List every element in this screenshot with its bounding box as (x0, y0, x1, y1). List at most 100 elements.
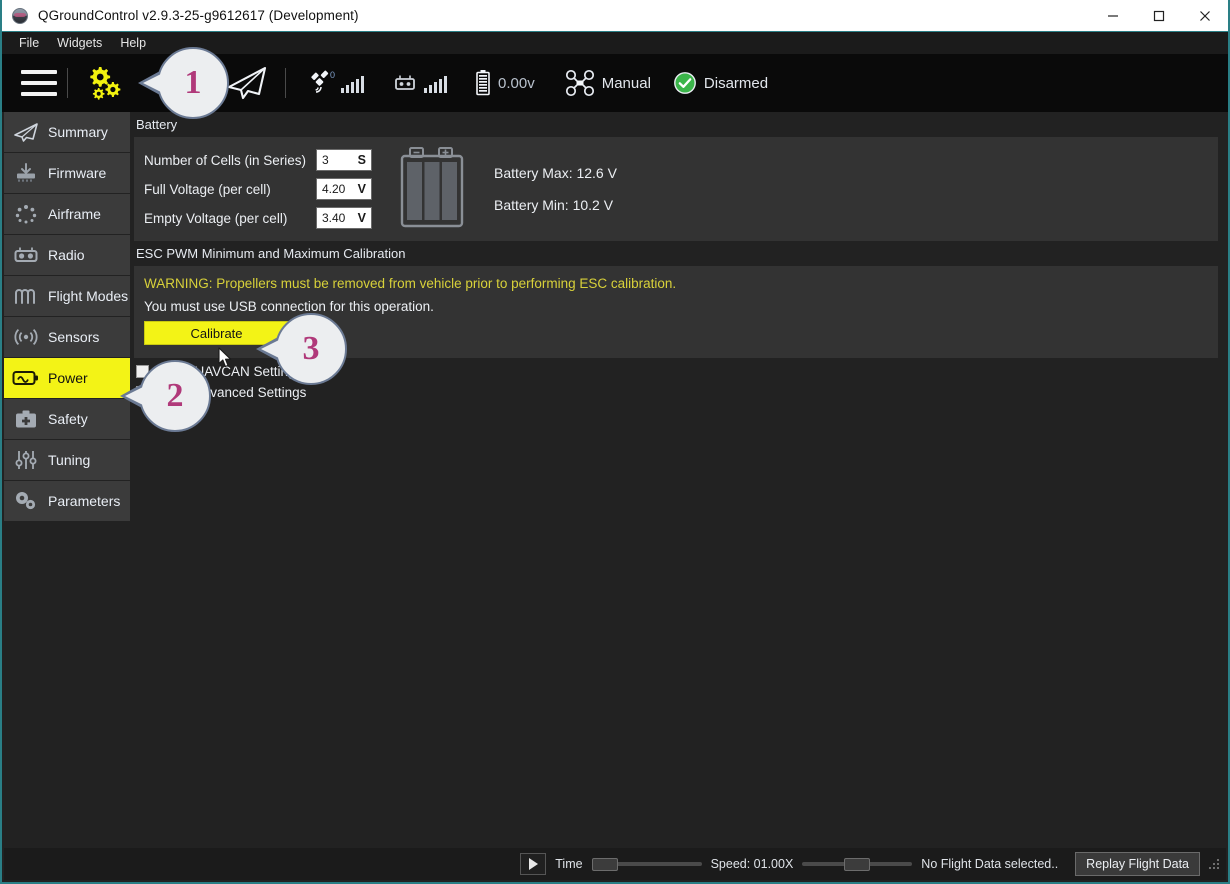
sidebar-item-label: Power (48, 370, 88, 386)
battery-readouts: Battery Max: 12.6 V Battery Min: 10.2 V (494, 165, 617, 213)
speed-slider[interactable] (802, 853, 913, 875)
paper-plane-icon (12, 120, 40, 144)
paper-plane-icon (227, 66, 267, 100)
armed-state-label: Disarmed (703, 74, 769, 92)
mouse-cursor (218, 347, 232, 368)
airframe-dots-icon (12, 202, 40, 226)
rc-transmitter-icon (395, 75, 415, 90)
battery-field-empty-voltage: Empty Voltage (per cell) 3.40 V (144, 207, 372, 229)
settings-gears-toolbar-button[interactable] (82, 64, 124, 102)
sidebar-item-tuning[interactable]: Tuning (4, 440, 130, 481)
status-bar: Time Speed: 01.00X No Flight Data select… (4, 848, 1226, 880)
toolbar-separator-1 (67, 68, 68, 98)
menu-item-file[interactable]: File (10, 32, 48, 54)
battery-fields: Number of Cells (in Series) 3 S Full Vol… (144, 149, 372, 229)
maximize-icon[interactable] (1136, 0, 1182, 31)
sensor-waves-icon (12, 325, 40, 349)
sidebar-item-sensors[interactable]: Sensors (4, 317, 130, 358)
menu-item-widgets[interactable]: Widgets (48, 32, 111, 54)
time-slider-thumb[interactable] (591, 857, 618, 871)
callout-1: 1 (157, 47, 229, 119)
rc-signal-bars (424, 73, 448, 93)
battery-icon (12, 366, 40, 390)
field-label: Empty Voltage (per cell) (144, 210, 288, 226)
battery-max-readout: Battery Max: 12.6 V (494, 165, 617, 181)
sidebar-item-airframe[interactable]: Airframe (4, 194, 130, 235)
resize-grip-icon[interactable] (1208, 858, 1220, 870)
play-button[interactable] (520, 853, 547, 875)
sidebar-item-radio[interactable]: Radio (4, 235, 130, 276)
title-bar: QGroundControl v2.9.3-25-g9612617 (Devel… (2, 0, 1228, 32)
fly-view-button[interactable] (223, 63, 271, 103)
sliders-icon (12, 448, 40, 472)
battery-3-cell-icon (396, 143, 468, 236)
speed-label: Speed: 01.00X (710, 857, 794, 871)
field-value: 3 (322, 153, 329, 167)
flight-data-status-label: No Flight Data selected.. (921, 857, 1059, 871)
sidebar-item-flight-modes[interactable]: Flight Modes (4, 276, 130, 317)
play-icon (528, 858, 538, 870)
field-label: Number of Cells (in Series) (144, 152, 307, 168)
battery-status-indicator[interactable]: 0.00v (475, 69, 535, 97)
sidebar-item-label: Sensors (48, 329, 100, 345)
sidebar-item-label: Safety (48, 411, 88, 427)
time-label: Time (555, 857, 583, 871)
battery-section-title: Battery (136, 117, 178, 132)
battery-field-full-voltage: Full Voltage (per cell) 4.20 V (144, 178, 372, 200)
gears-icon (90, 67, 121, 100)
download-chip-icon (12, 161, 40, 185)
field-value: 3.40 (322, 211, 346, 225)
armed-state-indicator[interactable]: Disarmed (673, 71, 768, 95)
sidebar-item-safety[interactable]: Safety (4, 399, 130, 440)
close-icon[interactable] (1182, 0, 1228, 31)
check-circle-icon (674, 72, 696, 94)
field-value: 4.20 (322, 182, 346, 196)
gps-status-indicator[interactable]: 0 (308, 70, 365, 96)
sidebar-item-label: Radio (48, 247, 85, 263)
gears-icon (12, 489, 40, 513)
gps-signal-bars (341, 73, 365, 93)
advanced-settings-checkbox-row[interactable]: Show Advanced Settings (136, 385, 1226, 400)
sidebar-item-label: Summary (48, 124, 108, 140)
full-voltage-input[interactable]: 4.20 V (316, 178, 372, 200)
sidebar-item-label: Firmware (48, 165, 107, 181)
hamburger-menu-icon[interactable] (21, 70, 57, 96)
sidebar-item-label: Parameters (48, 493, 121, 509)
esc-warning-text: WARNING: Propellers must be removed from… (144, 276, 677, 291)
window-controls (1090, 0, 1228, 31)
field-label: Full Voltage (per cell) (144, 181, 271, 197)
callout-3: 3 (275, 313, 347, 385)
rc-status-indicator[interactable] (392, 73, 448, 93)
battery-icon (476, 70, 490, 96)
first-aid-kit-icon (12, 407, 40, 431)
empty-voltage-input[interactable]: 3.40 V (316, 207, 372, 229)
flight-mode-label: Manual (601, 74, 651, 92)
field-unit: S (357, 153, 366, 167)
speed-slider-thumb[interactable] (844, 857, 871, 871)
replay-flight-data-button[interactable]: Replay Flight Data (1075, 852, 1200, 876)
rc-transmitter-icon (12, 243, 40, 267)
menu-item-help[interactable]: Help (111, 32, 155, 54)
callout-2: 2 (139, 360, 211, 432)
flight-mode-selector[interactable]: Manual (565, 69, 651, 97)
sidebar-item-label: Tuning (48, 452, 91, 468)
battery-voltage-label: 0.00v (498, 74, 535, 92)
qgroundcontrol-logo-icon (12, 7, 28, 24)
field-unit: V (357, 182, 366, 196)
sidebar-item-power[interactable]: Power (4, 358, 130, 399)
sidebar-item-firmware[interactable]: Firmware (4, 153, 130, 194)
gps-satellite-count: 0 (330, 70, 336, 80)
sidebar-item-parameters[interactable]: Parameters (4, 481, 130, 522)
sidebar-item-label: Airframe (48, 206, 101, 222)
sidebar-item-summary[interactable]: Summary (4, 112, 130, 153)
time-slider[interactable] (591, 853, 702, 875)
quadrotor-icon (565, 69, 594, 97)
window-title: QGroundControl v2.9.3-25-g9612617 (Devel… (38, 8, 359, 23)
battery-min-readout: Battery Min: 10.2 V (494, 197, 614, 213)
setup-sidebar: Summary Firmware Airframe Radio Flight M… (4, 112, 130, 882)
waveform-icon (12, 284, 40, 308)
esc-section-title: ESC PWM Minimum and Maximum Calibration (136, 246, 406, 261)
minimize-icon[interactable] (1090, 0, 1136, 31)
qgroundcontrol-window: QGroundControl v2.9.3-25-g9612617 (Devel… (0, 0, 1230, 884)
cells-input[interactable]: 3 S (316, 149, 372, 171)
